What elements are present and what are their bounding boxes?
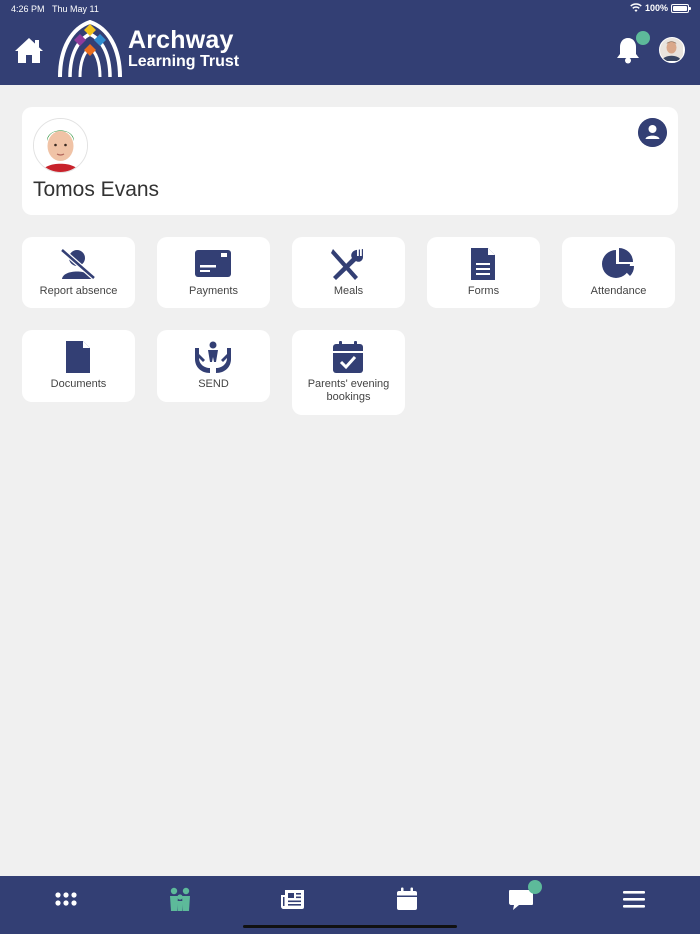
profile-user-icon[interactable] xyxy=(638,118,667,147)
status-time: 4:26 PM xyxy=(11,4,45,14)
calendar-icon[interactable] xyxy=(394,886,420,912)
grid-icon[interactable] xyxy=(53,886,79,912)
user-avatar[interactable] xyxy=(659,37,685,63)
user-slash-icon xyxy=(60,248,96,280)
status-date: Thu May 11 xyxy=(52,4,99,14)
child-photo xyxy=(33,118,88,173)
messages-badge xyxy=(528,880,542,894)
user-avatar-image xyxy=(660,38,683,61)
tile-label: Attendance xyxy=(590,285,647,297)
tile-label: Documents xyxy=(50,378,107,390)
child-profile-card[interactable]: Tomos Evans xyxy=(22,107,678,215)
documents-tile[interactable]: Documents xyxy=(22,330,135,402)
tile-label: Parents' evening bookings xyxy=(307,378,390,403)
hands-child-icon xyxy=(195,341,231,373)
attendance-tile[interactable]: Attendance xyxy=(562,237,675,308)
home-indicator[interactable] xyxy=(243,925,457,928)
family-icon[interactable] xyxy=(167,886,193,912)
credit-card-icon xyxy=(195,250,231,277)
meals-tile[interactable]: Meals xyxy=(292,237,405,308)
tile-label: Report absence xyxy=(39,285,118,297)
notification-badge xyxy=(636,31,650,45)
send-tile[interactable]: SEND xyxy=(157,330,270,402)
archway-logo-icon xyxy=(58,20,122,78)
parents-evening-bookings-tile[interactable]: Parents' evening bookings xyxy=(292,330,405,415)
report-absence-tile[interactable]: Report absence xyxy=(22,237,135,308)
forms-tile[interactable]: Forms xyxy=(427,237,540,308)
payments-tile[interactable]: Payments xyxy=(157,237,270,308)
tile-label: Payments xyxy=(189,285,238,297)
home-button[interactable] xyxy=(14,37,44,64)
status-right: 100% xyxy=(630,3,691,13)
battery-icon xyxy=(671,3,691,13)
status-bar: 4:26 PM Thu May 11 100% xyxy=(0,0,700,17)
tile-label: Meals xyxy=(333,285,364,297)
logo-title: Archway xyxy=(128,26,234,54)
menu-icon[interactable] xyxy=(621,886,647,912)
tile-label: SEND xyxy=(198,378,229,390)
file-icon xyxy=(66,341,90,373)
calendar-check-icon xyxy=(333,341,363,373)
newspaper-icon[interactable] xyxy=(280,886,306,912)
tile-label: Forms xyxy=(467,285,500,297)
utensils-icon xyxy=(331,248,363,280)
battery-percent: 100% xyxy=(644,3,668,13)
app-header: 4:26 PM Thu May 11 100% Archway Learning… xyxy=(0,0,700,85)
document-lines-icon xyxy=(471,248,495,280)
wifi-icon xyxy=(630,3,642,12)
logo-subtitle: Learning Trust xyxy=(128,53,240,70)
pie-chart-icon xyxy=(602,248,635,278)
child-name: Tomos Evans xyxy=(33,178,160,201)
school-logo: Archway Learning Trust xyxy=(56,20,239,78)
